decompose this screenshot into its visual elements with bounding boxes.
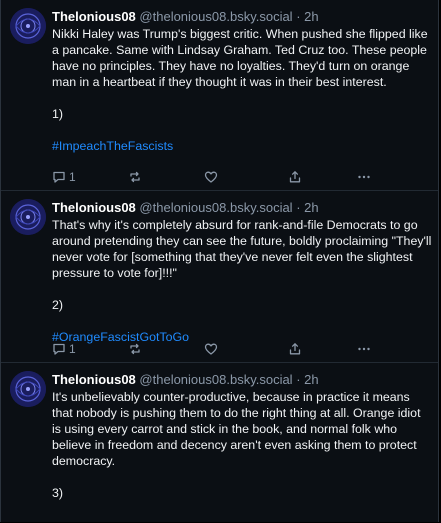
post-content: Thelonious08 @thelonious08.bsky.social ·… [52,199,432,345]
share-icon [289,343,301,355]
ellipsis-icon [358,175,370,179]
post-content: Thelonious08 @thelonious08.bsky.social ·… [52,371,432,501]
author-handle[interactable]: @thelonious08.bsky.social [139,372,292,387]
avatar[interactable] [10,199,46,235]
avatar-image [10,8,46,44]
post-body: That's why it's completely absurd for ra… [52,218,432,280]
post-header: Thelonious08 @thelonious08.bsky.social ·… [52,8,432,25]
share-button[interactable] [288,168,302,186]
avatar[interactable] [10,8,46,44]
header-separator: · [296,200,301,215]
reply-button[interactable]: 1 [52,168,76,186]
post-text: It's unbelievably counter-productive, be… [52,389,432,501]
post-text: That's why it's completely absurd for ra… [52,217,432,345]
thread-number: 3) [52,486,64,500]
post-content: Thelonious08 @thelonious08.bsky.social ·… [52,8,432,154]
post-text: Nikki Haley was Trump's biggest critic. … [52,26,432,154]
post[interactable]: Thelonious08 @thelonious08.bsky.social ·… [1,363,438,523]
author-name[interactable]: Thelonious08 [52,9,136,24]
hashtag-link[interactable]: #ImpeachTheFascists [52,139,173,153]
author-name[interactable]: Thelonious08 [52,200,136,215]
author-handle[interactable]: @thelonious08.bsky.social [139,9,292,24]
heart-icon [204,343,218,355]
author-name[interactable]: Thelonious08 [52,372,136,387]
post-actions: 1 [52,168,382,186]
like-button[interactable] [204,168,218,186]
post-body: It's unbelievably counter-productive, be… [52,390,421,468]
post-actions: 1 [52,340,382,358]
header-separator: · [296,9,301,24]
repost-arrows-icon [130,343,140,355]
header-separator: · [296,372,301,387]
post-timestamp[interactable]: 2h [304,9,318,24]
more-options-button[interactable] [357,168,371,186]
reply-button[interactable]: 1 [52,340,76,358]
share-icon [289,171,301,183]
post[interactable]: Thelonious08 @thelonious08.bsky.social ·… [1,0,438,191]
post-timestamp[interactable]: 2h [304,372,318,387]
repost-button[interactable] [128,168,142,186]
speech-bubble-icon [53,343,65,355]
post-timestamp[interactable]: 2h [304,200,318,215]
post-header: Thelonious08 @thelonious08.bsky.social ·… [52,199,432,216]
post[interactable]: Thelonious08 @thelonious08.bsky.social ·… [1,191,438,363]
avatar[interactable] [10,371,46,407]
post-feed: Thelonious08 @thelonious08.bsky.social ·… [0,0,439,522]
more-options-button[interactable] [357,340,371,358]
author-handle[interactable]: @thelonious08.bsky.social [139,200,292,215]
heart-icon [204,171,218,183]
share-button[interactable] [288,340,302,358]
post-body: Nikki Haley was Trump's biggest critic. … [52,27,428,89]
avatar-image [10,371,46,407]
speech-bubble-icon [53,171,65,183]
repost-button[interactable] [128,340,142,358]
avatar-image [10,199,46,235]
thread-number: 2) [52,298,64,312]
repost-arrows-icon [130,171,140,183]
reply-count: 1 [69,170,76,184]
ellipsis-icon [358,347,370,351]
thread-number: 1) [52,107,64,121]
post-header: Thelonious08 @thelonious08.bsky.social ·… [52,371,432,388]
reply-count: 1 [69,342,76,356]
like-button[interactable] [204,340,218,358]
